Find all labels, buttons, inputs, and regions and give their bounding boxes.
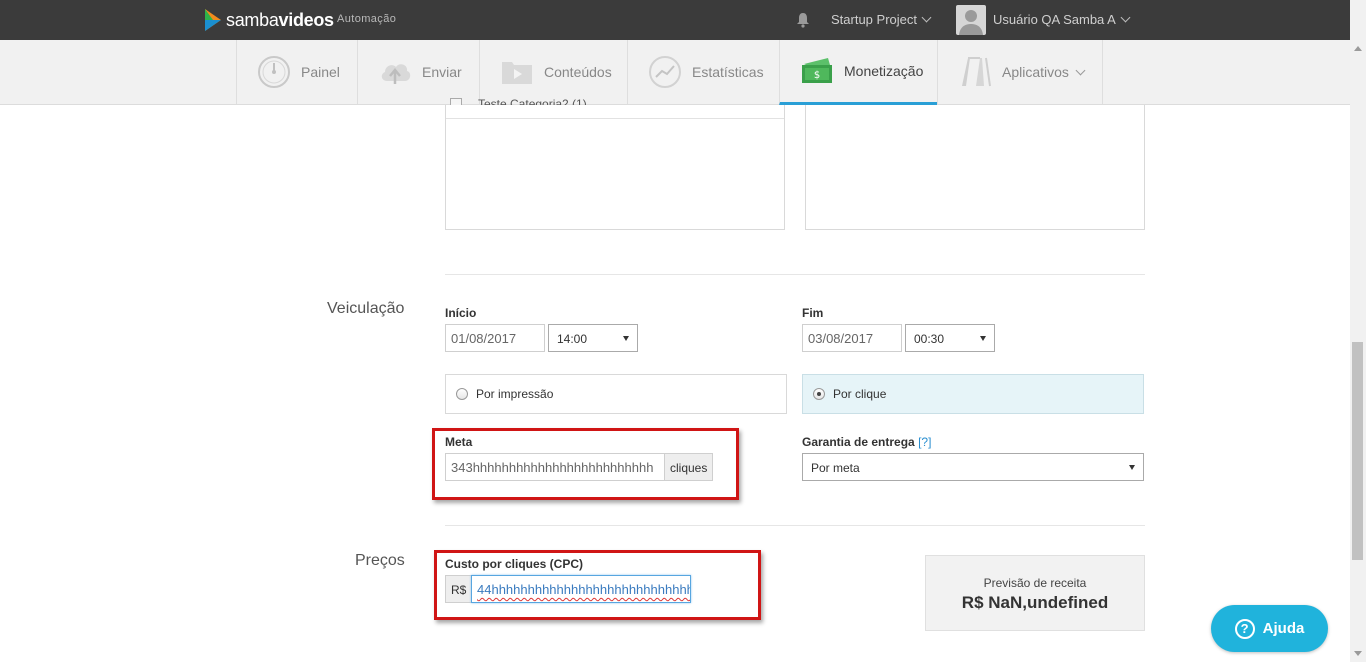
select-value: 00:30: [914, 332, 945, 346]
tab-label: Monetização: [844, 63, 924, 79]
tab-label: Conteúdos: [544, 64, 612, 80]
highlight-box-meta: [432, 428, 739, 500]
logo-text: sambavideos: [226, 9, 334, 30]
gauge-icon: [258, 56, 290, 88]
preview-label: Previsão de receita: [983, 576, 1087, 590]
garantia-select[interactable]: Por meta: [802, 453, 1144, 481]
category-checkbox[interactable]: [450, 98, 462, 105]
option-por-clique[interactable]: Por clique: [802, 374, 1144, 414]
help-button[interactable]: ? Ajuda: [1211, 605, 1328, 652]
tab-divider: [1102, 40, 1103, 104]
chevron-down-icon: [1120, 12, 1131, 23]
divider: [446, 118, 784, 119]
scrollbar-track[interactable]: [1350, 0, 1366, 662]
video-folder-icon: [502, 62, 532, 84]
select-value: Por meta: [811, 461, 860, 475]
money-icon: $: [802, 58, 832, 83]
tab-monetizacao[interactable]: $ Monetização: [779, 40, 937, 105]
user-name: Usuário QA Samba A: [993, 12, 1116, 27]
user-silhouette-icon: [959, 10, 983, 35]
tab-label: Estatísticas: [692, 64, 764, 80]
logo-play-icon: [205, 9, 221, 31]
top-bar: sambavideos Automação Startup Project Us…: [0, 0, 1350, 40]
dropdown-arrow-icon: [623, 336, 629, 341]
category-item-partial[interactable]: Teste Categoria2 (1): [450, 92, 750, 105]
avatar[interactable]: [956, 5, 986, 35]
svg-text:$: $: [814, 70, 820, 81]
revenue-preview: Previsão de receita R$ NaN,undefined: [925, 555, 1145, 631]
inicio-time-select[interactable]: 14:00: [548, 324, 638, 352]
section-label-precos: Preços: [355, 552, 405, 569]
user-menu[interactable]: Usuário QA Samba A: [993, 12, 1131, 27]
tab-label: Aplicativos: [1002, 64, 1069, 80]
categories-box-left: [445, 105, 785, 230]
option-por-impressao[interactable]: Por impressão: [445, 374, 787, 414]
tab-painel[interactable]: Painel: [236, 40, 357, 104]
highlight-box-cpc: [434, 550, 761, 620]
fim-time-select[interactable]: 00:30: [905, 324, 995, 352]
section-label-veiculacao: Veiculação: [327, 300, 405, 317]
tab-label: Painel: [301, 64, 340, 80]
radio-button[interactable]: [456, 388, 468, 400]
radio-button-selected[interactable]: [813, 388, 825, 400]
category-label: Teste Categoria2 (1): [478, 97, 587, 105]
fim-date-input[interactable]: 03/08/2017: [802, 324, 902, 352]
stats-chart-icon: [649, 56, 681, 88]
logo-subtitle: Automação: [337, 13, 397, 25]
scroll-up-arrow[interactable]: [1354, 46, 1362, 51]
question-icon: ?: [1234, 618, 1255, 639]
garantia-label: Garantia de entrega [?]: [802, 435, 932, 449]
option-label: Por impressão: [476, 387, 554, 401]
chevron-down-icon: [1075, 65, 1086, 75]
bell-icon[interactable]: [796, 12, 810, 28]
divider: [445, 274, 1145, 275]
apps-icon: [962, 57, 991, 87]
logo[interactable]: sambavideos: [204, 8, 334, 32]
cloud-upload-icon: [381, 64, 411, 84]
scrollbar-thumb[interactable]: [1352, 342, 1363, 560]
inicio-date-input[interactable]: 01/08/2017: [445, 324, 545, 352]
tab-aplicativos[interactable]: Aplicativos: [937, 40, 1102, 104]
help-label: Ajuda: [1262, 620, 1305, 637]
garantia-help-link[interactable]: [?]: [918, 435, 931, 449]
inicio-label: Início: [445, 306, 477, 320]
project-selector[interactable]: Startup Project: [831, 12, 932, 27]
option-label: Por clique: [833, 387, 887, 401]
dropdown-arrow-icon: [980, 336, 986, 341]
preview-value: R$ NaN,undefined: [961, 593, 1109, 612]
scroll-down-arrow[interactable]: [1354, 651, 1362, 656]
project-name: Startup Project: [831, 12, 917, 27]
select-value: 14:00: [557, 332, 588, 346]
divider: [445, 525, 1145, 526]
tab-label: Enviar: [422, 64, 462, 80]
chevron-down-icon: [921, 12, 932, 23]
dropdown-arrow-icon: [1129, 465, 1135, 470]
categories-box-right: [805, 105, 1145, 230]
fim-label: Fim: [802, 306, 824, 320]
